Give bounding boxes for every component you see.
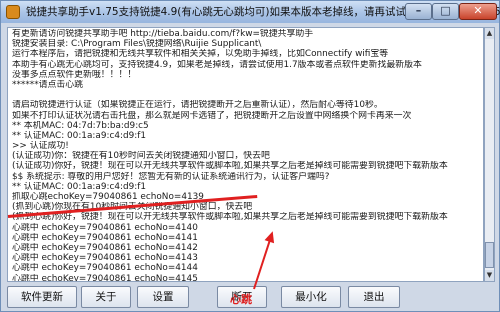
log-line: (认证成功)你好，锐捷！现在可以开无线共享软件或脚本啦,如果共享之后老是掉线可能… (12, 161, 448, 172)
about-button[interactable]: 关于 (81, 286, 131, 308)
log-line: (认证成功)你：锐捷在有10秒时间去关闭锐捷通知小窗口，快去吧 (12, 151, 270, 162)
log-line: 心跳中 echoKey=79040861 echoNo=4145 (12, 273, 198, 282)
log-line: ** 认证MAC: 00:1a:a9:c4:d9:f1 (12, 130, 147, 141)
settings-button[interactable]: 设置 (137, 286, 189, 308)
minimize-button[interactable]: 最小化 (281, 286, 341, 308)
vertical-scrollbar[interactable]: ▲ ▼ (484, 27, 495, 282)
log-line: 心跳中 echoKey=79040861 echoNo=4142 (12, 242, 198, 253)
log-line: 请启动锐捷进行认证（如果锐捷正在运行，请把锐捷断开之后重新认证），然后耐心等待1… (12, 100, 383, 111)
log-line: 没事多点点软件更新哦！！！！ (12, 69, 137, 80)
log-line: ** 认证MAC: 00:1a:a9:c4:d9:f1 (12, 181, 147, 192)
minimize-window-button[interactable]: – (405, 3, 432, 20)
app-logo-icon (6, 5, 20, 19)
software-update-button[interactable]: 软件更新 (7, 286, 77, 308)
log-line: 运行本程序后，请把锐捷和无线共享软件和相关关掉，以免助手掉线，比如Connect… (12, 49, 389, 60)
app-window: 锐捷共享助手v1.75支持锐捷4.9(有心跳无心跳均可)如果本版本老掉线，请再试… (0, 0, 500, 312)
close-window-button[interactable]: ✕ (459, 3, 497, 20)
scroll-up-arrow-icon[interactable]: ▲ (485, 28, 494, 39)
annotation-label: 心跳 (230, 293, 252, 306)
log-line: 本助手有心跳无心跳均可，支持锐捷4.9，如果老是掉线，请尝试使用1.7版本或者点… (12, 59, 422, 70)
scrollbar-thumb[interactable] (485, 242, 494, 268)
log-line: 心跳中 echoKey=79040861 echoNo=4141 (12, 232, 198, 243)
log-line: 有更新请访问锐捷共享助手吧 http://tieba.baidu.com/f?k… (12, 29, 314, 39)
log-line: ** 本机MAC: 04:7d:7b:ba:d9:c5 (12, 120, 149, 131)
log-line: (抓到心跳)你好，锐捷！现在可以开无线共享软件或脚本啦,如果共享之后老是掉线可能… (12, 212, 448, 223)
log-line: >> 认证成功! (12, 141, 69, 152)
log-lines: 有更新请访问锐捷共享助手吧 http://tieba.baidu.com/f?k… (12, 29, 478, 282)
log-line: 心跳中 echoKey=79040861 echoNo=4140 (12, 222, 198, 233)
scroll-down-arrow-icon[interactable]: ▼ (485, 270, 494, 281)
maximize-window-button[interactable]: □ (432, 3, 459, 20)
title-bar[interactable]: 锐捷共享助手v1.75支持锐捷4.9(有心跳无心跳均可)如果本版本老掉线，请再试… (1, 1, 500, 23)
log-line: 心跳中 echoKey=79040861 echoNo=4144 (12, 263, 198, 274)
log-textarea[interactable]: 有更新请访问锐捷共享助手吧 http://tieba.baidu.com/f?k… (7, 27, 484, 282)
log-line: 心跳中 echoKey=79040861 echoNo=4143 (12, 253, 198, 264)
log-line: 如果不打印认证状况请右击托盘，那么就是网卡选错了，把锐捷断开之后设置中网络换个网… (12, 110, 412, 121)
log-line: ******请点击心跳 (12, 79, 83, 90)
exit-button[interactable]: 退出 (348, 286, 400, 308)
log-line: 锐捷安装目录: C:\Program Files\锐捷网络\Ruijie Sup… (12, 39, 262, 50)
log-line: $$ 系统提示: 尊敬的用户您好！您暂无有新的认证系统通讯行为，认证客户端吗? (12, 171, 330, 182)
